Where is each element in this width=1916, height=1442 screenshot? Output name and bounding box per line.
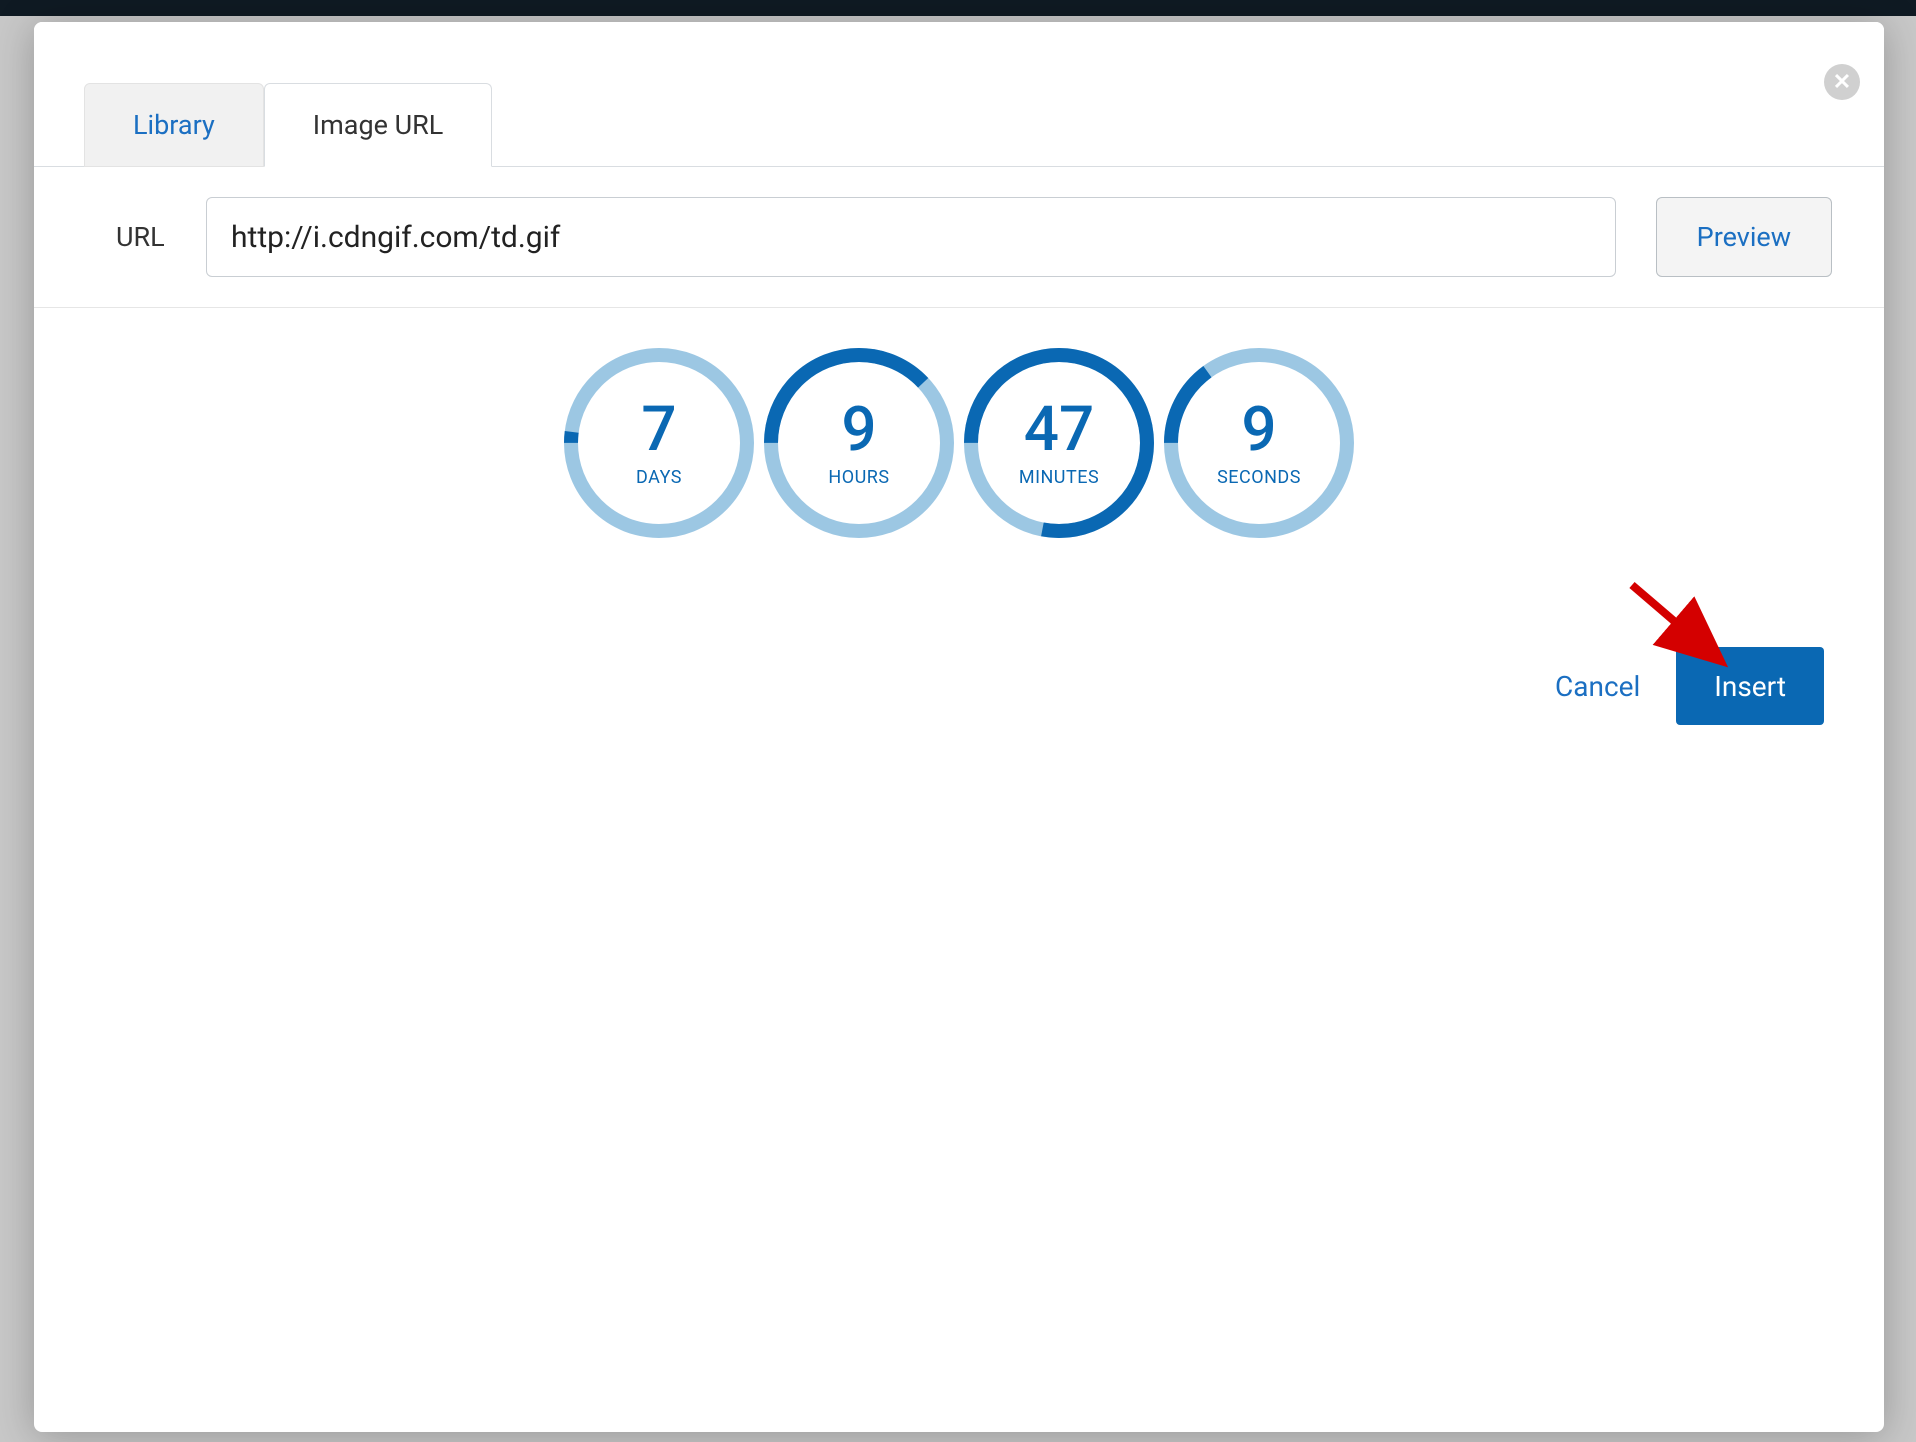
countdown-ring: 7 DAYS [564,348,754,538]
ring-value: 47 [1024,399,1094,461]
ring-content: 7 DAYS [564,348,754,538]
ring-label: MINUTES [1019,467,1099,488]
url-label: URL [86,221,166,253]
ring-content: 47 MINUTES [964,348,1154,538]
ring-label: HOURS [828,467,889,488]
countdown-ring: 47 MINUTES [964,348,1154,538]
ring-value: 9 [841,399,876,461]
modal-actions: Cancel Insert [1555,647,1824,725]
tab-label: Library [133,109,215,141]
ring-label: SECONDS [1217,467,1301,488]
ring-content: 9 SECONDS [1164,348,1354,538]
preview-button[interactable]: Preview [1656,197,1832,277]
ring-value: 7 [641,399,676,461]
countdown-ring: 9 HOURS [764,348,954,538]
close-icon: ✕ [1833,70,1851,95]
countdown-ring: 9 SECONDS [1164,348,1354,538]
ring-content: 9 HOURS [764,348,954,538]
url-input[interactable] [206,197,1616,277]
tab-label: Image URL [313,109,444,141]
app-topbar [0,0,1916,16]
ring-label: DAYS [636,467,682,488]
ring-value: 9 [1241,399,1276,461]
tab-image-url[interactable]: Image URL [264,83,493,167]
countdown-image: 7 DAYS 9 HOURS 47 MINUTES 9 SECONDS [564,348,1354,538]
url-row: URL Preview [34,167,1884,308]
close-button[interactable]: ✕ [1824,64,1860,100]
preview-area: 7 DAYS 9 HOURS 47 MINUTES 9 SECONDS [34,308,1884,538]
insert-button[interactable]: Insert [1676,647,1824,725]
tab-bar: Library Image URL [34,22,1884,167]
tab-library[interactable]: Library [84,83,264,167]
cancel-button[interactable]: Cancel [1555,670,1640,703]
image-picker-modal: ✕ Library Image URL URL Preview 7 DAYS 9 HO… [34,22,1884,1432]
